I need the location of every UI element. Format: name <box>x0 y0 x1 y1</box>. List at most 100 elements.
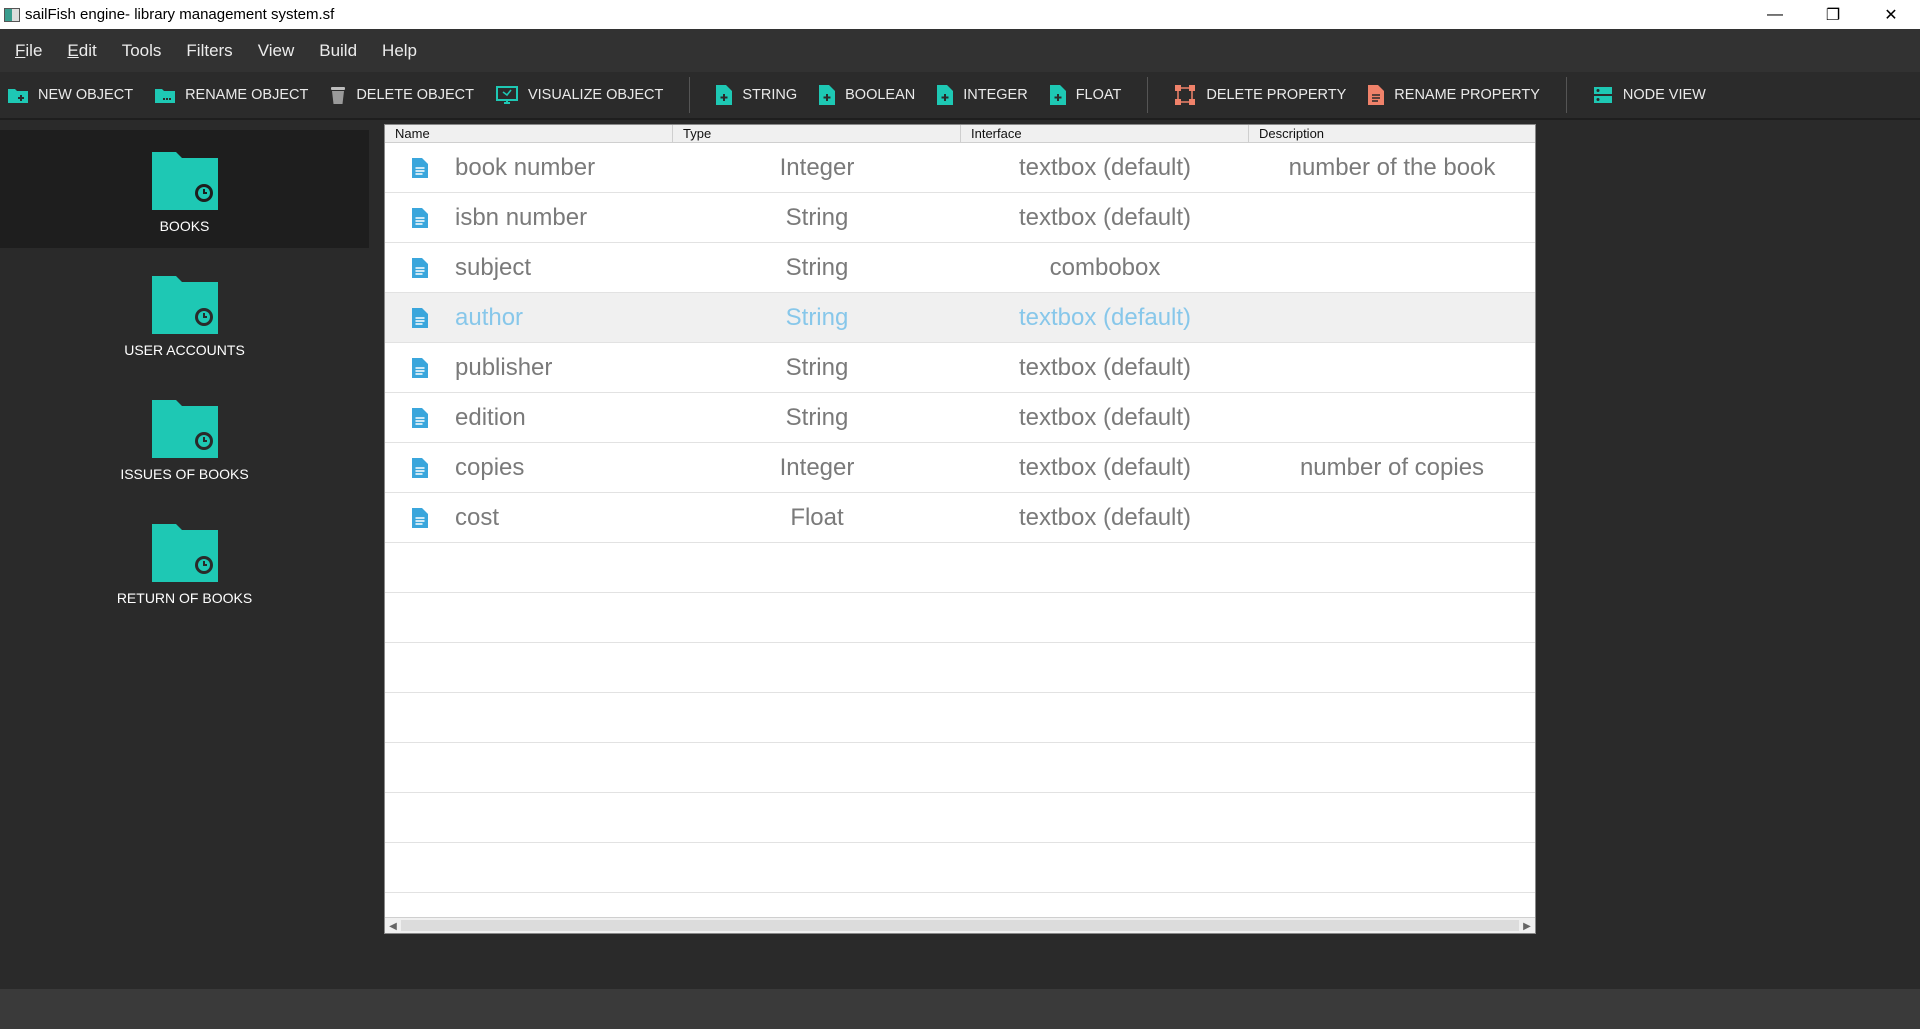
close-button[interactable]: ✕ <box>1862 0 1920 29</box>
toolbar-separator <box>689 77 691 113</box>
window-controls: — ❐ ✕ <box>1746 0 1920 29</box>
folder-clock-icon <box>151 524 218 582</box>
table-row[interactable]: publisher String textbox (default) <box>385 343 1535 393</box>
table-body: book number Integer textbox (default) numbe… <box>385 143 1535 893</box>
delete-property-button[interactable]: DELETE PROPERTY <box>1174 84 1346 106</box>
add-file-icon <box>819 85 836 105</box>
object-item-issues-of-books[interactable]: ISSUES OF BOOKS <box>0 378 369 496</box>
menu-build[interactable]: Build <box>309 41 372 61</box>
menu-tools[interactable]: Tools <box>112 41 177 61</box>
folder-clock-icon <box>151 152 218 210</box>
table-row[interactable]: cost Float textbox (default) <box>385 493 1535 543</box>
cell-icon <box>385 257 455 278</box>
delete-nodes-icon <box>1175 85 1196 105</box>
cell-type[interactable]: String <box>673 354 961 382</box>
column-header-name[interactable]: Name <box>385 125 673 142</box>
cell-type[interactable]: String <box>673 254 961 282</box>
delete-object-button[interactable]: DELETE OBJECT <box>330 86 474 104</box>
cell-description[interactable]: number of copies <box>1249 454 1535 482</box>
cell-name[interactable]: edition <box>455 404 673 432</box>
object-item-books[interactable]: BOOKS <box>0 130 369 248</box>
empty-row <box>385 643 1535 693</box>
visualize-object-label: VISUALIZE OBJECT <box>527 87 664 103</box>
table-row[interactable]: copies Integer textbox (default) number of … <box>385 443 1535 493</box>
cell-type[interactable]: Integer <box>673 154 961 182</box>
column-header-type[interactable]: Type <box>673 125 961 142</box>
rename-property-button[interactable]: RENAME PROPERTY <box>1368 85 1540 105</box>
cell-interface[interactable]: textbox (default) <box>961 354 1249 382</box>
cell-interface[interactable]: textbox (default) <box>961 454 1249 482</box>
cell-type[interactable]: String <box>673 404 961 432</box>
add-float-button[interactable]: FLOAT <box>1049 85 1121 105</box>
add-file-icon <box>937 85 954 105</box>
cell-interface[interactable]: combobox <box>961 254 1249 282</box>
cell-name[interactable]: book number <box>455 154 673 182</box>
table-row[interactable]: author String textbox (default) <box>385 293 1535 343</box>
add-string-button[interactable]: STRING <box>716 85 797 105</box>
table-row[interactable]: book number Integer textbox (default) numbe… <box>385 143 1535 193</box>
menu-bar: File Edit Tools Filters View Build Help <box>0 29 1920 72</box>
node-view-button[interactable]: NODE VIEW <box>1593 86 1706 104</box>
empty-row <box>385 593 1535 643</box>
scroll-right-arrow[interactable]: ▶ <box>1519 918 1535 934</box>
node-view-label: NODE VIEW <box>1622 87 1706 103</box>
cell-type[interactable]: String <box>673 304 961 332</box>
menu-edit[interactable]: Edit <box>57 41 111 61</box>
cell-icon <box>385 407 455 428</box>
document-icon <box>412 207 428 228</box>
cell-name[interactable]: author <box>455 304 673 332</box>
cell-icon <box>385 207 455 228</box>
scroll-left-arrow[interactable]: ◀ <box>385 918 401 934</box>
rename-folder-icon <box>155 89 176 103</box>
cell-name[interactable]: subject <box>455 254 673 282</box>
table-row[interactable]: isbn number String textbox (default) <box>385 193 1535 243</box>
document-icon <box>412 507 428 528</box>
cell-type[interactable]: Float <box>673 504 961 532</box>
menu-file[interactable]: File <box>5 41 57 61</box>
delete-object-label: DELETE OBJECT <box>356 87 474 103</box>
integer-label: INTEGER <box>963 87 1028 103</box>
cell-type[interactable]: String <box>673 204 961 232</box>
add-integer-button[interactable]: INTEGER <box>937 85 1028 105</box>
cell-interface[interactable]: textbox (default) <box>961 154 1249 182</box>
cell-name[interactable]: copies <box>455 454 673 482</box>
cell-icon <box>385 157 455 178</box>
column-header-description[interactable]: Description <box>1249 125 1535 142</box>
minimize-button[interactable]: — <box>1746 0 1804 29</box>
cell-name[interactable]: publisher <box>455 354 673 382</box>
empty-row <box>385 843 1535 893</box>
object-item-user-accounts[interactable]: USER ACCOUNTS <box>0 254 369 372</box>
cell-interface[interactable]: textbox (default) <box>961 204 1249 232</box>
cell-interface[interactable]: textbox (default) <box>961 304 1249 332</box>
scrollbar-thumb[interactable] <box>401 920 1519 931</box>
app-icon <box>4 7 20 22</box>
horizontal-scrollbar[interactable]: ◀ ▶ <box>385 917 1535 933</box>
status-bar <box>0 989 1920 1029</box>
visualize-object-button[interactable]: VISUALIZE OBJECT <box>495 86 664 104</box>
rename-object-button[interactable]: RENAME OBJECT <box>155 87 308 103</box>
folder-clock-icon <box>151 276 218 334</box>
property-table: Name Type Interface Description book num… <box>384 124 1536 934</box>
cell-interface[interactable]: textbox (default) <box>961 504 1249 532</box>
new-folder-icon <box>8 89 28 103</box>
cell-description[interactable]: number of the book <box>1249 154 1535 182</box>
table-row[interactable]: subject String combobox <box>385 243 1535 293</box>
folder-clock-icon <box>151 400 218 458</box>
table-row[interactable]: edition String textbox (default) <box>385 393 1535 443</box>
menu-view[interactable]: View <box>248 41 310 61</box>
object-item-return-of-books[interactable]: RETURN OF BOOKS <box>0 502 369 620</box>
column-header-interface[interactable]: Interface <box>961 125 1249 142</box>
menu-filters[interactable]: Filters <box>176 41 247 61</box>
menu-help[interactable]: Help <box>372 41 432 61</box>
add-boolean-button[interactable]: BOOLEAN <box>819 85 915 105</box>
maximize-button[interactable]: ❐ <box>1804 0 1862 29</box>
cell-name[interactable]: cost <box>455 504 673 532</box>
cell-interface[interactable]: textbox (default) <box>961 404 1249 432</box>
cell-name[interactable]: isbn number <box>455 204 673 232</box>
new-object-button[interactable]: NEW OBJECT <box>8 87 133 103</box>
empty-row <box>385 793 1535 843</box>
cell-type[interactable]: Integer <box>673 454 961 482</box>
cell-icon <box>385 307 455 328</box>
document-icon <box>412 157 428 178</box>
new-object-label: NEW OBJECT <box>38 87 134 103</box>
